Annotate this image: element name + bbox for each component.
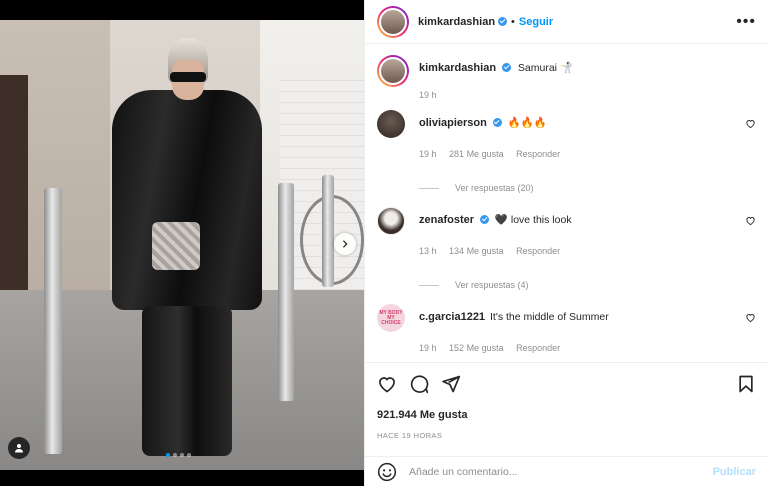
share-paper-plane-icon[interactable] xyxy=(441,374,461,394)
caption-time[interactable]: 19 h xyxy=(419,90,437,100)
post-timestamp[interactable]: HACE 19 HORAS xyxy=(377,431,756,440)
comment-bubble-icon[interactable] xyxy=(409,374,429,394)
photo-leather-pants xyxy=(142,306,232,456)
comment-item: oliviapierson 🔥🔥🔥 19 h 281 Me gusta Resp… xyxy=(377,110,756,195)
carousel-indicators xyxy=(166,453,191,457)
photo-leather-coat xyxy=(112,90,262,310)
photo-bollard xyxy=(278,183,294,401)
chevron-right-icon xyxy=(343,240,348,248)
view-replies-button[interactable]: Ver respuestas (4) xyxy=(419,278,745,292)
person-icon xyxy=(15,444,23,453)
caption-username[interactable]: kimkardashian xyxy=(419,62,496,74)
likes-count[interactable]: 921.944 Me gusta xyxy=(377,409,756,421)
instagram-post: kimkardashian • Seguir ••• kimkardashian… xyxy=(0,0,768,486)
verified-badge-icon xyxy=(492,118,502,127)
post-side-panel: kimkardashian • Seguir ••• kimkardashian… xyxy=(364,0,768,486)
comment-likes[interactable]: 281 Me gusta xyxy=(449,149,504,159)
comment-likes[interactable]: 134 Me gusta xyxy=(449,246,504,256)
photo-handbag xyxy=(152,222,200,270)
photo-person xyxy=(112,38,262,468)
header-separator: • xyxy=(511,15,515,28)
tagged-users-button[interactable] xyxy=(8,437,30,459)
photo-doorway xyxy=(0,75,28,305)
bookmark-icon[interactable] xyxy=(736,374,756,394)
author-username[interactable]: kimkardashian xyxy=(418,16,495,28)
commenter-avatar[interactable] xyxy=(377,110,405,138)
verified-badge-icon xyxy=(479,215,489,224)
emoji-icon[interactable] xyxy=(377,462,397,482)
comment-text: 🔥🔥🔥 xyxy=(507,117,547,129)
comment-text: 🖤 love this look xyxy=(494,214,572,226)
caption-avatar[interactable] xyxy=(377,55,409,87)
post-actions: 921.944 Me gusta HACE 19 HORAS xyxy=(365,362,768,440)
caption-text: Samurai 🤺 xyxy=(517,62,573,74)
verified-badge-icon xyxy=(501,63,511,72)
comment-input[interactable] xyxy=(409,465,713,478)
comment-likes[interactable]: 152 Me gusta xyxy=(449,343,504,353)
caption-item: kimkardashian Samurai 🤺 19 h xyxy=(377,55,756,102)
carousel-dot xyxy=(180,453,184,457)
comment-username[interactable]: oliviapierson xyxy=(419,117,487,129)
reply-button[interactable]: Responder xyxy=(516,343,560,353)
follow-button[interactable]: Seguir xyxy=(519,16,553,28)
photo-bollard xyxy=(322,175,334,287)
more-options-icon[interactable]: ••• xyxy=(736,13,756,31)
reply-button[interactable]: Responder xyxy=(516,246,560,256)
like-comment-icon[interactable] xyxy=(745,118,756,129)
carousel-dot xyxy=(187,453,191,457)
comment-username[interactable]: c.garcia1221 xyxy=(419,311,485,323)
add-comment-bar: Publicar xyxy=(365,456,768,486)
comments-list[interactable]: kimkardashian Samurai 🤺 19 h oliviapiers… xyxy=(365,45,768,361)
post-photo[interactable] xyxy=(0,20,364,470)
comment-username[interactable]: zenafoster xyxy=(419,214,474,226)
verified-badge-icon xyxy=(498,17,508,26)
like-heart-icon[interactable] xyxy=(377,374,397,394)
author-avatar[interactable] xyxy=(377,5,409,38)
carousel-dot xyxy=(166,453,170,457)
photo-bollard xyxy=(44,188,62,454)
view-replies-button[interactable]: Ver respuestas (20) xyxy=(419,181,745,195)
publish-button[interactable]: Publicar xyxy=(713,466,756,478)
comment-item: MY BODY MY CHOICE c.garcia1221 It's the … xyxy=(377,304,756,355)
comment-time[interactable]: 19 h xyxy=(419,149,437,159)
like-comment-icon[interactable] xyxy=(745,215,756,226)
photo-sunglasses xyxy=(170,72,206,82)
comment-time[interactable]: 19 h xyxy=(419,343,437,353)
like-comment-icon[interactable] xyxy=(745,312,756,323)
reply-button[interactable]: Responder xyxy=(516,149,560,159)
post-media xyxy=(0,0,364,486)
comment-text: It's the middle of Summer xyxy=(489,311,609,323)
carousel-dot xyxy=(173,453,177,457)
comment-item: zenafoster 🖤 love this look 13 h 134 Me … xyxy=(377,207,756,292)
post-header: kimkardashian • Seguir ••• xyxy=(365,0,768,44)
commenter-avatar[interactable] xyxy=(377,207,405,235)
comment-time[interactable]: 13 h xyxy=(419,246,437,256)
carousel-next-button[interactable] xyxy=(334,233,356,255)
commenter-avatar[interactable]: MY BODY MY CHOICE xyxy=(377,304,405,332)
